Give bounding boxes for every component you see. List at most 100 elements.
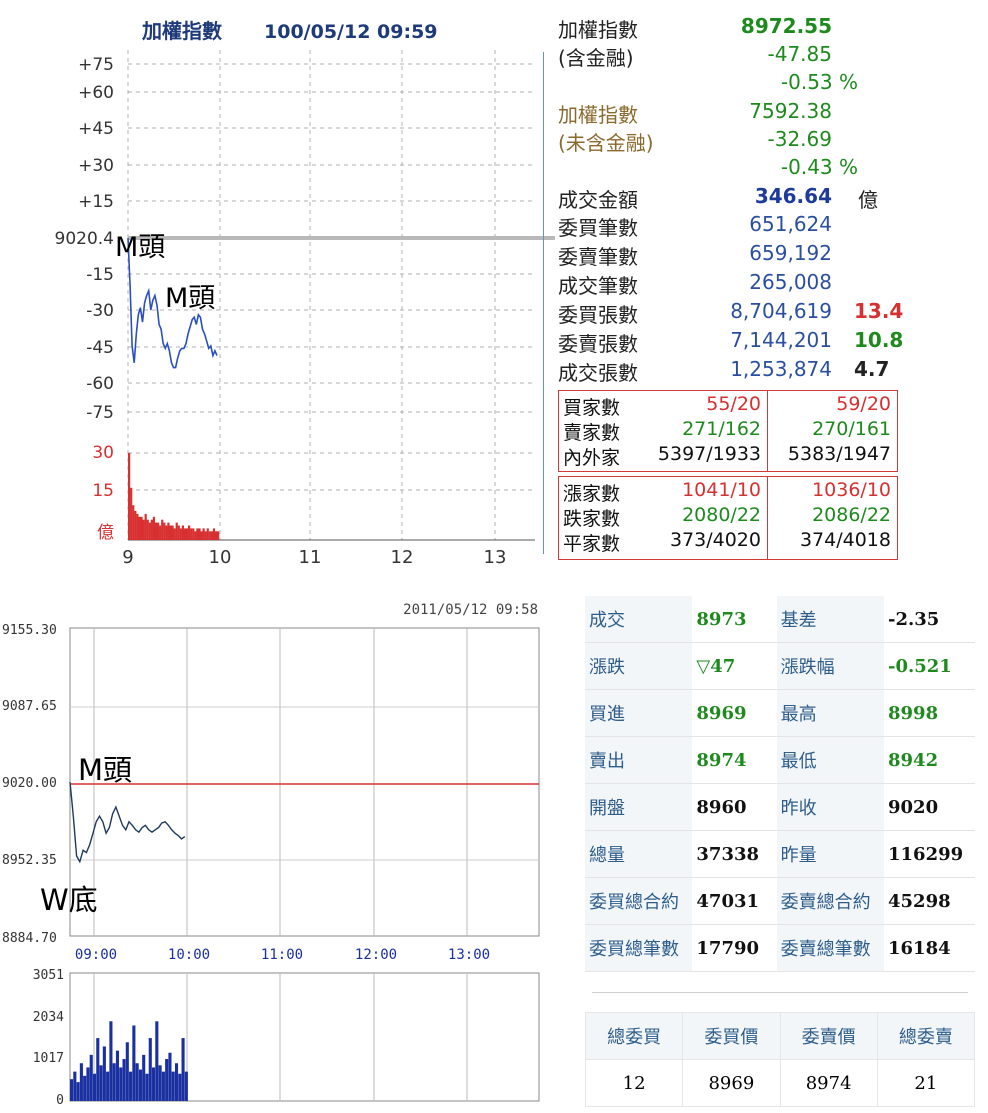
volume-bar bbox=[196, 528, 199, 540]
volume-bar bbox=[174, 1063, 179, 1101]
volume-bar bbox=[134, 511, 137, 540]
info-amount: 成交金額 346.64 億 bbox=[558, 184, 898, 213]
volume-tick-label: 0 bbox=[56, 1093, 64, 1108]
annotation-m-head-1: M頭 bbox=[115, 232, 165, 263]
quote-value: 37338 bbox=[692, 830, 777, 878]
quote-label: 漲跌 bbox=[585, 642, 693, 690]
box-row-label: 內外家 bbox=[563, 447, 621, 469]
box-row-value-a: 2080/22 bbox=[682, 504, 761, 526]
box-row-label: 平家數 bbox=[563, 533, 621, 555]
info-row: 委賣張數 7,144,201 10.8 bbox=[558, 328, 903, 357]
volume-bar bbox=[135, 1063, 139, 1101]
box-divider bbox=[767, 477, 768, 559]
volume-bar bbox=[161, 519, 164, 540]
index-chart-datetime: 100/05/12 09:59 bbox=[264, 21, 438, 43]
volume-bar bbox=[217, 531, 220, 540]
quote-value: 116299 bbox=[884, 830, 975, 878]
quote-label: 昨收 bbox=[776, 783, 884, 831]
volume-bar bbox=[208, 531, 211, 540]
y-tick-label: -15 bbox=[86, 265, 114, 285]
volume-bar bbox=[200, 531, 203, 540]
quote-label: 最高 bbox=[776, 689, 884, 737]
volume-bar bbox=[169, 525, 172, 540]
box-row-value-b: 1036/10 bbox=[812, 479, 891, 501]
info-row-label: 委賣筆數 bbox=[558, 245, 638, 269]
y-tick-label: 9020.00 bbox=[2, 776, 57, 791]
volume-bar bbox=[79, 1063, 83, 1101]
y-tick-label: 9087.65 bbox=[2, 699, 57, 714]
x-tick-label: 9 bbox=[122, 547, 133, 568]
volume-bar bbox=[106, 1071, 110, 1101]
info-row-label: 成交張數 bbox=[558, 361, 638, 385]
quote-value: ▽47 bbox=[692, 642, 777, 690]
quote-label: 總量 bbox=[585, 830, 693, 878]
volume-tick-label: 1017 bbox=[33, 1051, 64, 1066]
volume-bar bbox=[171, 1071, 175, 1101]
info-row-label: 委買張數 bbox=[558, 303, 638, 327]
order-book-header: 總委賣 bbox=[876, 1012, 976, 1060]
info-ex-fin-pct: -0.43 % bbox=[780, 155, 858, 179]
volume-bar bbox=[198, 528, 201, 540]
order-book-header: 委買價 bbox=[682, 1012, 781, 1060]
quote-label: 最低 bbox=[776, 736, 884, 784]
volume-bar bbox=[96, 1038, 100, 1101]
y-tick-label: 8952.35 bbox=[2, 853, 57, 868]
info-row-value: 7,144,201 bbox=[730, 328, 832, 352]
volume-bar bbox=[179, 528, 182, 540]
y-tick-label: -45 bbox=[86, 338, 114, 358]
quote-label: 賣出 bbox=[585, 736, 693, 784]
volume-bar bbox=[73, 1071, 77, 1101]
volume-bar bbox=[132, 1025, 136, 1101]
volume-bar bbox=[145, 1073, 149, 1101]
volume-bar bbox=[148, 522, 151, 540]
volume-bar bbox=[192, 528, 195, 540]
info-ex-fin-label: 加權指數 bbox=[558, 103, 638, 127]
quote-value: 8942 bbox=[884, 736, 975, 784]
volume-bar bbox=[175, 522, 178, 540]
info-amount-unit: 億 bbox=[858, 188, 878, 212]
volume-bar bbox=[136, 513, 139, 540]
index-chart-volume-axis: 30 15 億 bbox=[92, 443, 114, 543]
index-volume-bars bbox=[128, 453, 220, 540]
volume-bar bbox=[142, 1054, 146, 1101]
x-tick-label: 12:00 bbox=[355, 947, 397, 963]
order-book-header: 委賣價 bbox=[779, 1012, 878, 1060]
y-tick-label: 9020.4 bbox=[55, 229, 114, 249]
quote-value: -0.521 bbox=[884, 642, 975, 690]
volume-bar bbox=[202, 528, 205, 540]
box-row-value-b: 270/161 bbox=[812, 418, 891, 440]
volume-bar bbox=[177, 525, 180, 540]
info-ex-fin: 加權指數 7592.38 bbox=[558, 99, 898, 128]
volume-bar bbox=[152, 516, 156, 540]
volume-bar bbox=[112, 1063, 116, 1101]
volume-bar bbox=[144, 513, 147, 540]
info-row-label: 委買筆數 bbox=[558, 216, 638, 240]
box-row-value-b: 59/20 bbox=[836, 393, 891, 415]
quote-value: 9020 bbox=[884, 783, 975, 831]
futures-volume-bars bbox=[70, 1021, 188, 1101]
volume-bar bbox=[138, 1069, 142, 1101]
quote-value: 8960 bbox=[692, 783, 777, 831]
x-tick-label: 13:00 bbox=[448, 947, 490, 963]
info-row: 委賣筆數 659,192 bbox=[558, 241, 898, 270]
info-row: 委買筆數 651,624 bbox=[558, 212, 898, 241]
order-book-table: 總委買 委買價 委賣價 總委賣 12 8969 8974 21 bbox=[584, 1012, 976, 1107]
quote-value: 8974 bbox=[692, 736, 777, 784]
index-chart-y-axis: +75 +60 +45 +30 +15 9020.4 -15 -30 -45 -60 -75 bbox=[55, 55, 114, 423]
quote-label: 委賣總合約 bbox=[776, 877, 884, 925]
y-tick-label: +15 bbox=[78, 192, 114, 212]
volume-tick-label: 3051 bbox=[33, 968, 64, 983]
volume-tick-label: 30 bbox=[92, 443, 114, 463]
quote-label: 基差 bbox=[776, 596, 884, 643]
quote-row: 成交 8973 基差 -2.35 bbox=[585, 596, 975, 643]
quote-label: 委買總合約 bbox=[585, 877, 693, 925]
info-row-ratio: 4.7 bbox=[854, 357, 890, 381]
volume-bar bbox=[168, 1052, 172, 1101]
info-ex-fin-value: 7592.38 bbox=[749, 99, 832, 123]
volume-bar bbox=[181, 525, 185, 540]
annotation-m-head-3: M頭 bbox=[78, 753, 132, 787]
volume-bar bbox=[190, 528, 193, 540]
quote-row: 總量 37338 昨量 116299 bbox=[585, 830, 975, 878]
volume-bar bbox=[158, 1065, 162, 1101]
box-row-label: 漲家數 bbox=[563, 483, 621, 505]
